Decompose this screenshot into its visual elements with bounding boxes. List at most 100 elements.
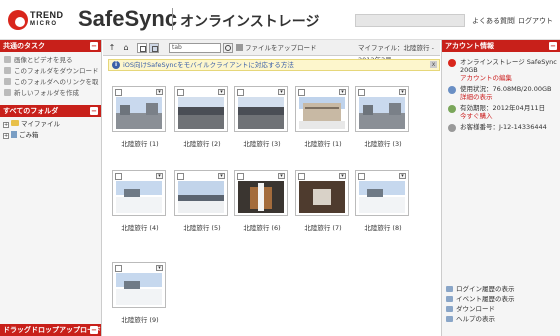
file-menu-icon[interactable]: ▾ — [399, 173, 406, 179]
file-tile[interactable]: ▾ 北陸旅行 (1) — [112, 86, 168, 148]
folder-trash[interactable]: + ごみ箱 — [0, 130, 101, 141]
trend-micro-logo-text: TREND MICRO — [30, 11, 64, 28]
task-get-link[interactable]: このフォルダへのリンクを取得 — [0, 77, 101, 97]
select-checkbox[interactable] — [115, 89, 122, 96]
file-menu-icon[interactable]: ▾ — [156, 265, 163, 271]
file-name[interactable]: 北陸旅行 (9) — [112, 314, 168, 324]
select-checkbox[interactable] — [177, 89, 184, 96]
file-thumbnail[interactable]: ▾ — [174, 170, 228, 216]
home-icon[interactable]: ⌂ — [121, 43, 131, 53]
file-thumbnail[interactable]: ▾ — [295, 86, 349, 132]
common-tasks-title: 共通のタスク — [3, 42, 45, 50]
select-checkbox[interactable] — [298, 173, 305, 180]
task-download-folder[interactable]: このフォルダをダウンロード — [0, 66, 101, 77]
file-name[interactable]: 北陸旅行 (4) — [112, 222, 168, 232]
file-menu-icon[interactable]: ▾ — [339, 173, 346, 179]
select-checkbox[interactable] — [177, 173, 184, 180]
task-label: 新しいフォルダを作成 — [14, 89, 79, 97]
buy-now-link[interactable]: 今すぐ購入 — [460, 112, 560, 120]
login-history-link[interactable]: ログイン履歴の表示 — [442, 284, 560, 294]
file-thumbnail[interactable]: ▾ — [112, 86, 166, 132]
expand-icon[interactable]: + — [3, 122, 9, 128]
file-toolbar: ↑ ⌂ tab ファイルをアップロード マイファイル：北陸旅行 - 2012年3… — [103, 40, 440, 64]
file-name[interactable]: 北陸旅行 (8) — [355, 222, 411, 232]
file-menu-icon[interactable]: ▾ — [156, 173, 163, 179]
file-tile[interactable]: ▾ 北陸旅行 (2) — [174, 86, 230, 148]
collapse-icon[interactable]: − — [90, 42, 98, 50]
upload-label: ファイルをアップロード — [245, 44, 317, 52]
file-tile[interactable]: ▾ 北陸旅行 (5) — [174, 170, 230, 232]
account-links: ログイン履歴の表示 イベント履歴の表示 ダウンロード ヘルプの表示 — [442, 284, 560, 324]
file-name[interactable]: 北陸旅行 (3) — [234, 138, 290, 148]
file-thumbnail[interactable]: ▾ — [112, 262, 166, 308]
file-tile[interactable]: ▾ 北陸旅行 (6) — [234, 170, 290, 232]
file-thumbnail[interactable]: ▾ — [112, 170, 166, 216]
file-menu-icon[interactable]: ▾ — [156, 89, 163, 95]
select-checkbox[interactable] — [298, 89, 305, 96]
brand-divider — [172, 8, 173, 30]
upload-icon — [236, 44, 243, 51]
file-name[interactable]: 北陸旅行 (3) — [355, 138, 411, 148]
event-history-link[interactable]: イベント履歴の表示 — [442, 294, 560, 304]
photo-image — [359, 97, 405, 129]
file-menu-icon[interactable]: ▾ — [339, 89, 346, 95]
upload-button[interactable]: ファイルをアップロード — [236, 42, 317, 54]
close-icon[interactable]: x — [430, 61, 437, 68]
collapse-icon[interactable]: − — [90, 107, 98, 115]
file-menu-icon[interactable]: ▾ — [278, 173, 285, 179]
select-checkbox[interactable] — [358, 89, 365, 96]
select-checkbox[interactable] — [358, 173, 365, 180]
file-name[interactable]: 北陸旅行 (1) — [112, 138, 168, 148]
file-name[interactable]: 北陸旅行 (6) — [234, 222, 290, 232]
select-checkbox[interactable] — [237, 89, 244, 96]
help-link[interactable]: ヘルプの表示 — [442, 314, 560, 324]
file-tile[interactable]: ▾ 北陸旅行 (3) — [234, 86, 290, 148]
search-icon[interactable] — [223, 43, 233, 53]
notice-banner[interactable]: i iOS向けSafeSyncをモバイルクライアントに対応する方法 x — [108, 59, 440, 71]
file-thumbnail[interactable]: ▾ — [295, 170, 349, 216]
file-tile[interactable]: ▾ 北陸旅行 (3) — [355, 86, 411, 148]
file-thumbnail[interactable]: ▾ — [355, 170, 409, 216]
collapse-icon[interactable]: − — [549, 42, 557, 50]
logo-line2: MICRO — [30, 21, 58, 27]
file-name[interactable]: 北陸旅行 (1) — [295, 138, 351, 148]
file-thumbnail[interactable]: ▾ — [234, 170, 288, 216]
usage-details-link[interactable]: 詳細の表示 — [460, 93, 560, 101]
file-menu-icon[interactable]: ▾ — [218, 173, 225, 179]
select-checkbox[interactable] — [237, 173, 244, 180]
file-tile[interactable]: ▾ 北陸旅行 (7) — [295, 170, 351, 232]
expand-icon[interactable]: + — [3, 133, 9, 139]
up-folder-icon[interactable]: ↑ — [107, 43, 117, 53]
thumbnail-view-icon[interactable] — [149, 43, 159, 53]
file-thumbnail[interactable]: ▾ — [355, 86, 409, 132]
file-name[interactable]: 北陸旅行 (7) — [295, 222, 351, 232]
file-name[interactable]: 北陸旅行 (2) — [174, 138, 230, 148]
file-thumbnail[interactable]: ▾ — [234, 86, 288, 132]
task-view-media[interactable]: 画像とビデオを見る — [0, 55, 101, 66]
select-checkbox[interactable] — [115, 173, 122, 180]
folder-my-files[interactable]: + マイファイル — [0, 119, 101, 130]
list-view-icon[interactable] — [137, 43, 147, 53]
file-tile[interactable]: ▾ 北陸旅行 (4) — [112, 170, 168, 232]
file-tile[interactable]: ▾ 北陸旅行 (1) — [295, 86, 351, 148]
download-link[interactable]: ダウンロード — [442, 304, 560, 314]
file-tile[interactable]: ▾ 北陸旅行 (8) — [355, 170, 411, 232]
task-new-folder[interactable]: 新しいフォルダを作成 — [0, 88, 101, 99]
collapse-icon[interactable]: − — [90, 326, 98, 334]
info-icon: i — [112, 61, 120, 69]
file-menu-icon[interactable]: ▾ — [218, 89, 225, 95]
faq-link[interactable]: よくある質問 — [472, 16, 514, 26]
file-tile[interactable]: ▾ 北陸旅行 (9) — [112, 262, 168, 324]
file-name[interactable]: 北陸旅行 (5) — [174, 222, 230, 232]
user-account-box[interactable] — [355, 14, 465, 27]
select-checkbox[interactable] — [115, 265, 122, 272]
file-menu-icon[interactable]: ▾ — [399, 89, 406, 95]
search-input[interactable]: tab — [169, 43, 221, 53]
logout-link[interactable]: ログアウト — [518, 16, 553, 26]
file-menu-icon[interactable]: ▾ — [278, 89, 285, 95]
photo-image — [238, 97, 284, 129]
left-sidebar: 共通のタスク − 画像とビデオを見る このフォルダをダウンロード このフォルダへ… — [0, 40, 102, 336]
file-thumbnail[interactable]: ▾ — [174, 86, 228, 132]
notice-text[interactable]: iOS向けSafeSyncをモバイルクライアントに対応する方法 — [123, 61, 294, 69]
edit-account-link[interactable]: アカウントの編集 — [460, 74, 560, 82]
